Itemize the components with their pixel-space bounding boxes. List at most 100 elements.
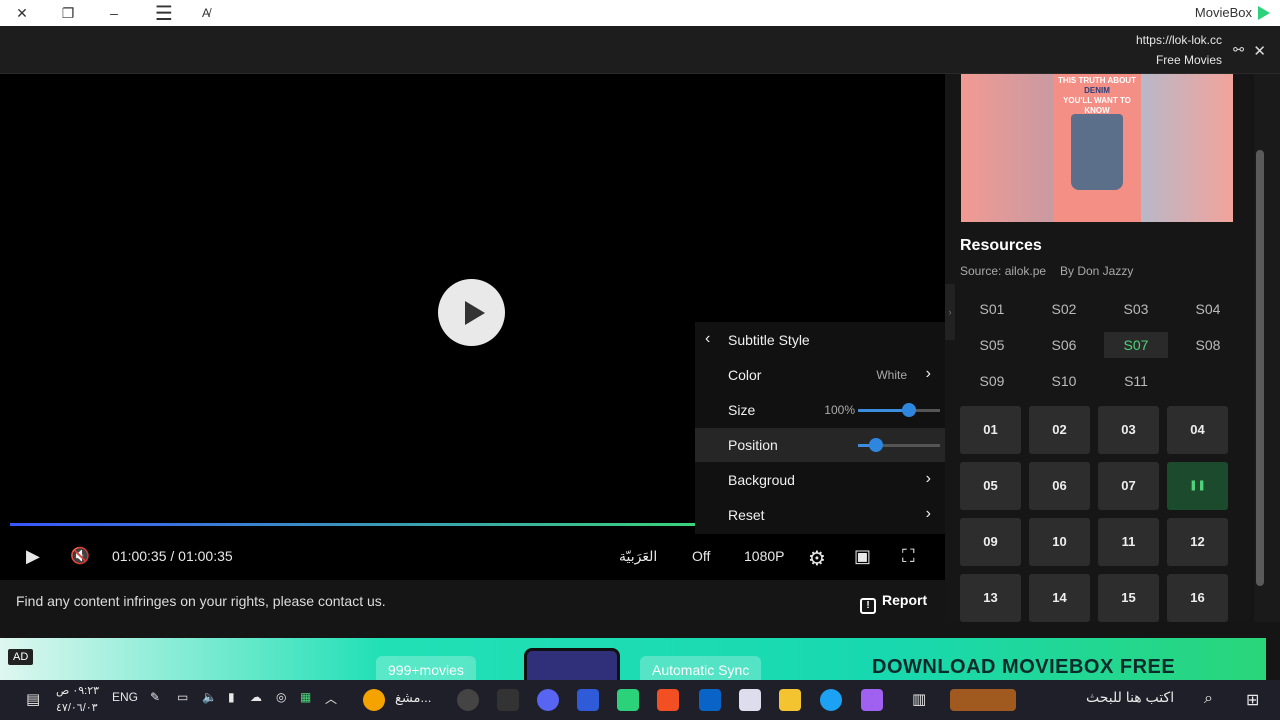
search-icon[interactable]: ⌕ <box>1204 690 1213 708</box>
panel-collapse-handle[interactable]: › <box>945 284 955 340</box>
position-label: Position <box>728 437 778 453</box>
color-value: White <box>876 368 907 382</box>
progress-bar[interactable] <box>10 523 695 526</box>
url-text[interactable]: https://lok-lok.cc <box>1136 33 1222 47</box>
close-tab-icon[interactable]: ✕ <box>1253 42 1266 60</box>
season-tab-s07[interactable]: S07 <box>1104 332 1168 358</box>
episode-button-15[interactable]: 15 <box>1098 574 1159 622</box>
episode-button-06[interactable]: 06 <box>1029 462 1090 510</box>
color-row[interactable]: Color White › <box>695 358 945 392</box>
episode-button-05[interactable]: 05 <box>960 462 1021 510</box>
episode-button-02[interactable]: 02 <box>1029 406 1090 454</box>
app-blue-icon[interactable] <box>577 689 599 711</box>
weather-widget-icon[interactable] <box>950 689 1016 711</box>
volume-icon[interactable]: 🔈 <box>202 690 217 704</box>
play-small-icon[interactable]: ▶ <box>26 546 40 567</box>
episode-button-16[interactable]: 16 <box>1167 574 1228 622</box>
ad-phone-image <box>524 648 620 680</box>
sheets-icon[interactable]: ▦ <box>300 690 311 704</box>
menu-back-row[interactable]: ‹ Subtitle Style <box>695 323 945 357</box>
episode-button-10[interactable]: 10 <box>1029 518 1090 566</box>
brave-icon[interactable] <box>657 689 679 711</box>
reset-row[interactable]: Reset › <box>695 498 945 532</box>
episode-button-12[interactable]: 12 <box>1167 518 1228 566</box>
settings-gear-icon[interactable]: ⚙ <box>808 546 826 571</box>
discord-icon[interactable] <box>537 689 559 711</box>
episode-button-13[interactable]: 13 <box>960 574 1021 622</box>
chevron-right-icon: › <box>925 470 931 487</box>
battery-icon[interactable]: ▮ <box>228 690 235 704</box>
episode-button-07[interactable]: 07 <box>1098 462 1159 510</box>
season-tab-s05[interactable]: S05 <box>960 332 1024 358</box>
task-view-icon[interactable]: ▥ <box>912 690 926 708</box>
taskbar-search[interactable]: اكتب هنا للبحث <box>1086 689 1174 706</box>
episode-button-04[interactable]: 04 <box>1167 406 1228 454</box>
minimize-icon[interactable]: – <box>104 3 124 23</box>
folder-icon[interactable] <box>779 689 801 711</box>
app-icon-orange[interactable] <box>363 689 385 711</box>
windows-start-icon[interactable]: ⊞ <box>1246 690 1259 710</box>
translate-icon[interactable]: A̸ <box>196 3 216 23</box>
taskbar-date: ٤٧/٠٦/٠٣ <box>56 702 98 714</box>
language-indicator[interactable]: ENG <box>112 690 138 704</box>
fullscreen-icon[interactable]: ⛶ <box>902 546 915 567</box>
report-icon: ! <box>860 598 876 614</box>
episode-button-14[interactable]: 14 <box>1029 574 1090 622</box>
ad-tag: AD <box>8 649 34 665</box>
scroll-thumb[interactable] <box>1256 150 1264 586</box>
season-tab-s04[interactable]: S04 <box>1176 296 1240 322</box>
size-slider-knob[interactable] <box>902 403 916 417</box>
obs-icon[interactable] <box>457 689 479 711</box>
language-selector[interactable]: العَرَبيّة <box>619 548 657 565</box>
pen-icon[interactable]: ✎ <box>150 690 160 704</box>
video-player[interactable]: ▶ 🔇 01:00:35 / 01:00:35 العَرَبيّة Off 1… <box>0 74 945 580</box>
episode-button-01[interactable]: 01 <box>960 406 1021 454</box>
quality-selector[interactable]: 1080P <box>744 548 784 564</box>
store-icon[interactable] <box>739 689 761 711</box>
background-row[interactable]: Backgroud › <box>695 463 945 497</box>
cloud-icon[interactable]: ☁ <box>250 690 262 704</box>
season-tab-s11[interactable]: S11 <box>1104 368 1168 394</box>
play-button[interactable] <box>438 279 505 346</box>
report-button[interactable]: ! Report <box>860 592 927 614</box>
ad-cta[interactable]: DOWNLOAD MOVIEBOX FREE <box>872 656 1175 679</box>
season-tab-s09[interactable]: S09 <box>960 368 1024 394</box>
season-tab-s06[interactable]: S06 <box>1032 332 1096 358</box>
share-icon[interactable]: ⚯ <box>1233 42 1244 58</box>
notification-icon[interactable]: ▤ <box>26 690 40 708</box>
outlook-icon[interactable] <box>699 689 721 711</box>
ad-banner[interactable]: AD 999+movies Automatic Sync DOWNLOAD MO… <box>0 638 1266 680</box>
subtitle-style-menu: ‹ Subtitle Style Color White › Size 100%… <box>695 322 945 534</box>
season-tab-s03[interactable]: S03 <box>1104 296 1168 322</box>
camera-icon[interactable]: ◎ <box>276 690 286 704</box>
episode-button-11[interactable]: 11 <box>1098 518 1159 566</box>
pip-icon[interactable]: ▣ <box>854 546 871 567</box>
resources-title: Resources <box>960 237 1042 254</box>
season-tab-s08[interactable]: S08 <box>1176 332 1240 358</box>
url-bar: https://lok-lok.cc Free Movies ⚯ ✕ <box>0 26 1280 74</box>
restore-icon[interactable]: ❐ <box>58 3 78 23</box>
display-icon[interactable]: ▭ <box>177 690 188 704</box>
season-tab-s02[interactable]: S02 <box>1032 296 1096 322</box>
mute-icon[interactable]: 🔇 <box>70 546 90 566</box>
size-row: Size 100% <box>695 393 945 427</box>
season-tab-s01[interactable]: S01 <box>960 296 1024 322</box>
chevron-up-icon[interactable]: ︿ <box>325 690 337 707</box>
season-tab-s10[interactable]: S10 <box>1032 368 1096 394</box>
position-slider-knob[interactable] <box>869 438 883 452</box>
ad-poster[interactable]: THIS TRUTH ABOUT DENIM YOU'LL WANT TO KN… <box>961 74 1233 222</box>
moviebox-taskbar-icon[interactable] <box>617 689 639 711</box>
episode-button-09[interactable]: 09 <box>960 518 1021 566</box>
chevron-left-icon[interactable]: ‹ <box>705 330 710 348</box>
chevron-right-icon: › <box>925 365 931 382</box>
subtitle-toggle[interactable]: Off <box>692 548 710 564</box>
close-icon[interactable]: ✕ <box>12 3 32 23</box>
episode-playing-indicator[interactable]: ❚❚ <box>1167 462 1228 510</box>
monitor-app-icon[interactable] <box>497 689 519 711</box>
episode-button-03[interactable]: 03 <box>1098 406 1159 454</box>
copyright-notice: Find any content infringes on your right… <box>16 593 386 609</box>
menu-icon[interactable]: ☰ <box>154 3 174 25</box>
taskbar-app-label[interactable]: مشغ... <box>395 690 431 706</box>
copilot-icon[interactable] <box>861 689 883 711</box>
edge-icon[interactable] <box>820 689 842 711</box>
